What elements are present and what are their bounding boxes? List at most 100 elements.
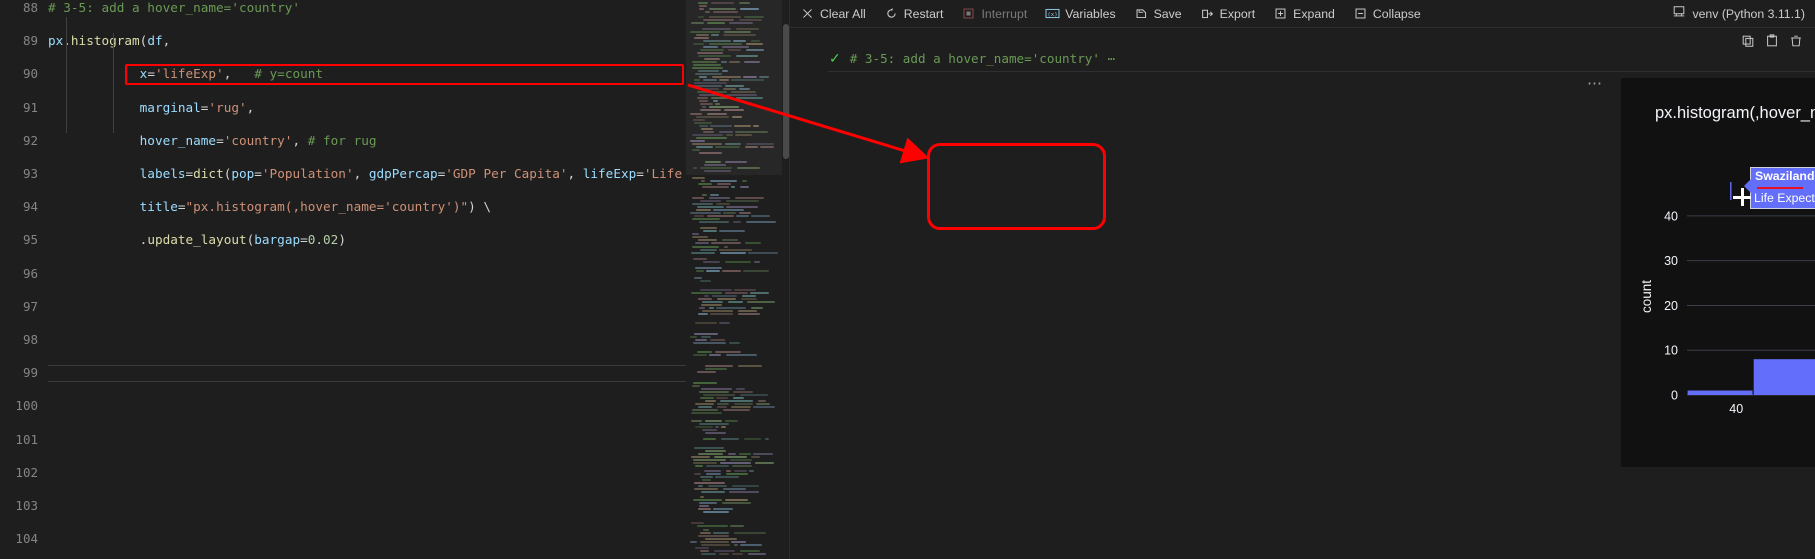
- minimap-viewport-slider[interactable]: [686, 0, 782, 175]
- minimap-line: [698, 485, 703, 487]
- histogram-bar[interactable]: [1687, 390, 1753, 395]
- minimap-line: [725, 292, 748, 294]
- minimap-line: [693, 382, 717, 384]
- minimap-line: [739, 212, 751, 214]
- minimap-line: [744, 438, 761, 440]
- interrupt-icon: [961, 6, 976, 21]
- code-editor[interactable]: 88 # 3-5: add a hover_name='country' 89 px.…: [0, 0, 766, 559]
- code-line[interactable]: 88 # 3-5: add a hover_name='country': [0, 0, 686, 17]
- minimap-line: [720, 400, 753, 402]
- code-token: lifeExp: [582, 165, 637, 181]
- minimap-line: [697, 351, 712, 353]
- minimap-line: [740, 394, 768, 396]
- minimap-line: [697, 525, 728, 527]
- code-line[interactable]: 94 title="px.histogram(,hover_name='coun…: [0, 199, 686, 216]
- minimap-line: [699, 307, 705, 309]
- cell-title[interactable]: # 3-5: add a hover_name='country' ⋯: [850, 51, 1115, 66]
- minimap-line: [691, 412, 722, 414]
- histogram-bar[interactable]: [1753, 359, 1815, 395]
- code-line[interactable]: 98: [0, 332, 686, 349]
- save-button[interactable]: Save: [1126, 2, 1190, 26]
- code-line[interactable]: 90 x='lifeExp', # y=count: [0, 66, 686, 83]
- export-button[interactable]: Export: [1192, 2, 1264, 26]
- minimap-line: [701, 336, 711, 338]
- clear-all-button[interactable]: Clear All: [792, 2, 874, 26]
- export-label: Export: [1219, 6, 1256, 21]
- code-line[interactable]: 95 .update_layout(bargap=0.02): [0, 232, 686, 249]
- minimap-line: [691, 252, 715, 254]
- code-token: =: [177, 199, 186, 215]
- collapse-button[interactable]: Collapse: [1345, 2, 1429, 26]
- minimap-line: [726, 206, 758, 208]
- code-token: marginal: [139, 99, 201, 115]
- minimap-line: [719, 322, 730, 324]
- variables-button[interactable]: (x) Variables: [1037, 2, 1123, 26]
- save-label: Save: [1153, 6, 1182, 21]
- code-line[interactable]: 96: [0, 266, 686, 283]
- minimap-line: [765, 438, 769, 440]
- tooltip-name: Swaziland: [1755, 169, 1815, 183]
- minimap-line: [736, 215, 749, 217]
- minimap-line: [702, 194, 707, 196]
- minimap-line: [705, 420, 722, 422]
- minimap-line: [694, 473, 701, 475]
- cell-more-actions-button[interactable]: ⋯: [1587, 76, 1604, 91]
- minimap-line: [698, 313, 708, 315]
- minimap-line: [729, 342, 740, 344]
- code-line[interactable]: 97: [0, 299, 686, 316]
- code-line[interactable]: 101: [0, 432, 686, 449]
- code-text: labels=dict(pop='Population', gdpPercap=…: [48, 166, 766, 183]
- kernel-selector[interactable]: venv (Python 3.11.1): [1672, 5, 1815, 22]
- code-line[interactable]: 93 labels=dict(pop='Population', gdpPerc…: [0, 166, 766, 183]
- minimap-line: [702, 301, 723, 303]
- restart-button[interactable]: Restart: [876, 2, 952, 26]
- minimap-line: [736, 388, 745, 390]
- interrupt-button[interactable]: Interrupt: [953, 2, 1035, 26]
- expand-button[interactable]: Expand: [1265, 2, 1343, 26]
- code-line[interactable]: 102: [0, 465, 686, 482]
- line-number: 103: [15, 497, 38, 513]
- minimap-line: [691, 420, 702, 422]
- minimap-line: [754, 261, 760, 263]
- code-token: 'rug': [208, 99, 247, 115]
- code-line[interactable]: 91 marginal='rug',: [0, 100, 686, 117]
- minimap-line: [740, 550, 760, 552]
- minimap-line: [694, 333, 718, 335]
- code-token: 'country': [223, 132, 293, 148]
- save-icon: [1134, 6, 1149, 21]
- code-line[interactable]: 92 hover_name='country', # for rug: [0, 133, 686, 150]
- minimap-line: [707, 215, 734, 217]
- code-line[interactable]: 89 px.histogram(df,: [0, 33, 686, 50]
- code-line[interactable]: 99: [0, 365, 686, 382]
- code-token: =: [300, 232, 308, 248]
- minimap-line: [701, 544, 730, 546]
- minimap-line: [692, 203, 713, 205]
- check-icon: ✓: [829, 50, 841, 66]
- code-token: bargap: [254, 232, 301, 248]
- code-line[interactable]: 104: [0, 531, 686, 548]
- crosshair-cursor-icon: [1733, 188, 1751, 206]
- minimap-line: [697, 206, 724, 208]
- minimap-line: [725, 420, 738, 422]
- code-line[interactable]: 103: [0, 498, 686, 515]
- minimap-line: [750, 292, 769, 294]
- minimap-line: [691, 522, 704, 524]
- minimap-line: [715, 476, 739, 478]
- minimap-line: [704, 470, 721, 472]
- minimap-line: [720, 252, 746, 254]
- y-axis-title: count: [1639, 280, 1654, 313]
- minimap-line: [751, 456, 760, 458]
- minimap-line: [716, 307, 746, 309]
- code-line[interactable]: 100: [0, 398, 686, 415]
- minimap-line: [693, 459, 726, 461]
- minimap-line: [692, 177, 705, 179]
- minimap-line: [694, 482, 725, 484]
- plot-hover-tooltip: Swaziland Life Expectancy=39.613: [1744, 167, 1815, 209]
- minimap-line: [731, 541, 746, 543]
- minimap-line: [731, 406, 751, 408]
- code-text: # 3-5: add a hover_name='country': [48, 0, 300, 17]
- close-icon: [800, 6, 815, 21]
- minimap-line: [701, 553, 716, 555]
- minimap-line: [699, 221, 729, 223]
- variables-icon: (x): [1045, 6, 1060, 21]
